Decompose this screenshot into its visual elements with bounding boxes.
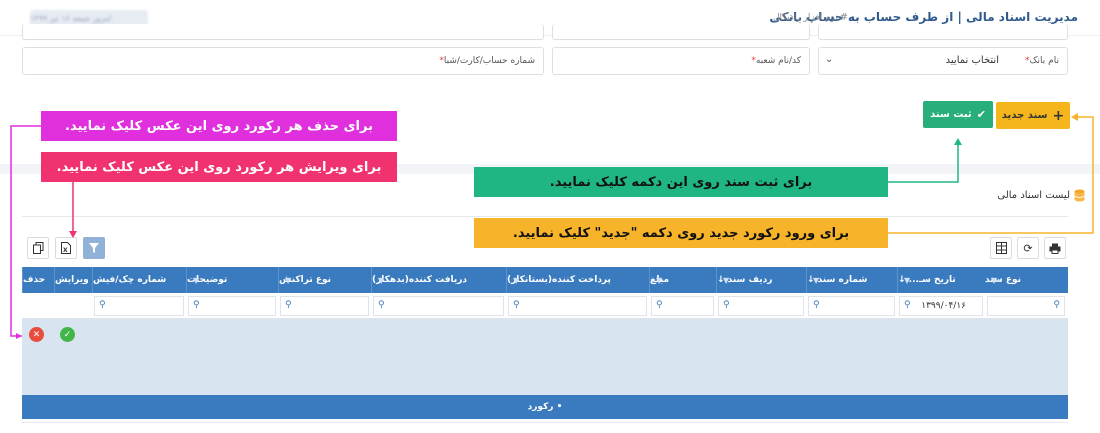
new-arrowhead [1071, 113, 1078, 121]
callout-connectors [10, 113, 1094, 339]
delete-connector [10, 125, 41, 337]
register-arrowhead [954, 138, 962, 145]
new-connector [888, 116, 1094, 234]
delete-arrowhead [16, 333, 22, 339]
edit-arrowhead [69, 231, 77, 238]
register-connector [888, 144, 959, 183]
